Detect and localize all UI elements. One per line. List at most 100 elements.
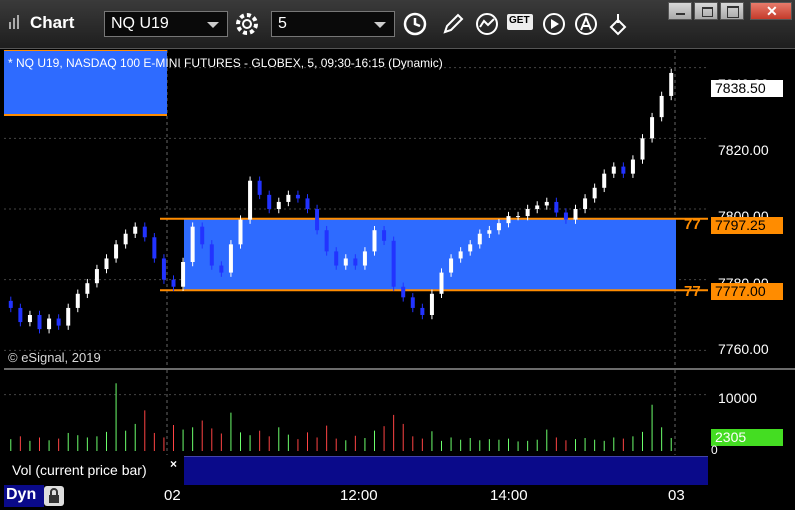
candle-body <box>66 307 71 326</box>
current-volume-tag: 2305 <box>711 429 783 446</box>
interval-value: 5 <box>278 15 287 32</box>
candle-body <box>640 138 645 160</box>
candle-body <box>171 279 176 287</box>
study-label-bar <box>184 456 708 485</box>
candle-body <box>133 226 138 234</box>
pencil-icon[interactable] <box>440 11 466 37</box>
volume-pane[interactable] <box>4 370 708 455</box>
minimize-button[interactable] <box>668 2 692 20</box>
candle-body <box>190 226 195 262</box>
candle-body <box>161 258 166 280</box>
candle-body <box>286 194 291 202</box>
candle-body <box>563 212 568 220</box>
alert-icon[interactable] <box>573 11 599 37</box>
title-bar: Chart NQ U19 5 GET ✕ <box>0 0 795 49</box>
candle-body <box>449 258 454 273</box>
candle-body <box>362 251 367 266</box>
candle-body <box>75 293 80 308</box>
candle-body <box>334 251 339 266</box>
close-study-icon[interactable]: × <box>170 457 177 471</box>
candle-body <box>516 216 521 218</box>
candle-body <box>410 297 415 308</box>
candle-body <box>276 201 281 209</box>
study-icon[interactable] <box>474 11 500 37</box>
candle-body <box>487 230 492 234</box>
candle-body <box>152 237 157 259</box>
candle-body <box>209 244 214 266</box>
candle-body <box>669 72 674 96</box>
upper-level-tag[interactable]: 7797.25 <box>711 217 783 234</box>
candle-body <box>248 180 253 220</box>
candle-body <box>47 318 52 330</box>
clock-icon[interactable] <box>402 11 428 37</box>
candle-body <box>343 258 348 266</box>
price-pane[interactable] <box>4 50 708 368</box>
candle-body <box>114 244 119 259</box>
candle-body <box>477 233 482 245</box>
maximize-button[interactable] <box>720 2 744 20</box>
candle-body <box>458 251 463 259</box>
volume-study-label[interactable]: Vol (current price bar) <box>4 456 184 484</box>
candle-body <box>228 244 233 273</box>
candle-body <box>181 262 186 287</box>
volume-tick: 10000 <box>718 390 757 406</box>
copyright-text: © eSignal, 2019 <box>8 350 101 365</box>
candle-body <box>429 293 434 315</box>
candle-body <box>295 194 300 199</box>
candle-body <box>324 230 329 252</box>
get-button[interactable]: GET <box>507 14 533 30</box>
candle-body <box>18 307 23 323</box>
candle-body <box>420 307 425 315</box>
symbol-combo[interactable]: NQ U19 <box>104 11 228 37</box>
dynamic-mode-button[interactable]: Dyn <box>4 485 44 507</box>
lower-level-prefix: 77 <box>684 283 701 300</box>
volume-study-name: Vol (current price bar) <box>12 462 147 478</box>
play-icon[interactable] <box>541 11 567 37</box>
interval-combo[interactable]: 5 <box>271 11 395 37</box>
volume-chart[interactable] <box>4 370 708 455</box>
time-axis[interactable]: 02 12:00 14:00 03 <box>64 486 708 510</box>
candle-body <box>353 258 358 266</box>
time-tick: 14:00 <box>490 487 528 504</box>
candle-body <box>85 283 90 294</box>
candle-body <box>27 315 32 323</box>
candle-body <box>142 226 147 238</box>
candle-body <box>200 226 205 245</box>
candle-body <box>525 209 530 217</box>
time-tick: 03 <box>668 487 685 504</box>
time-tick: 12:00 <box>340 487 378 504</box>
candle-body <box>602 173 607 188</box>
settings-icon[interactable] <box>234 11 260 37</box>
candle-body <box>315 209 320 231</box>
symbol-description: * NQ U19, NASDAQ 100 E-MINI FUTURES - GL… <box>8 56 443 70</box>
candle-body <box>401 286 406 298</box>
candle-body <box>650 117 655 139</box>
upper-level-prefix: 77 <box>684 216 701 233</box>
candle-body <box>659 95 664 118</box>
price-tick: 7820.00 <box>718 142 769 158</box>
window-title: Chart <box>30 13 75 32</box>
candle-body <box>630 159 635 174</box>
candle-body <box>468 244 473 252</box>
candle-body <box>238 219 243 245</box>
candle-body <box>56 318 61 326</box>
symbol-value: NQ U19 <box>111 15 169 32</box>
restore-button[interactable] <box>694 2 718 20</box>
candle-body <box>257 180 262 195</box>
lower-level-tag[interactable]: 7777.00 <box>711 283 783 300</box>
candle-body <box>439 272 444 294</box>
candle-body <box>305 198 310 209</box>
lock-icon[interactable] <box>44 486 64 506</box>
candle-body <box>592 187 597 199</box>
candle-body <box>391 240 396 287</box>
candle-body <box>621 166 626 174</box>
close-icon: ✕ <box>766 3 778 19</box>
time-tick: 02 <box>164 487 181 504</box>
level-zone <box>184 218 676 291</box>
price-chart[interactable] <box>4 50 708 368</box>
get-label: GET <box>509 15 530 26</box>
price-axis[interactable]: 7840.00 7820.00 7800.00 7780.00 7760.00 … <box>708 50 795 368</box>
link-icon[interactable] <box>605 11 631 37</box>
maximize-icon <box>727 6 739 18</box>
close-button[interactable]: ✕ <box>750 2 792 20</box>
